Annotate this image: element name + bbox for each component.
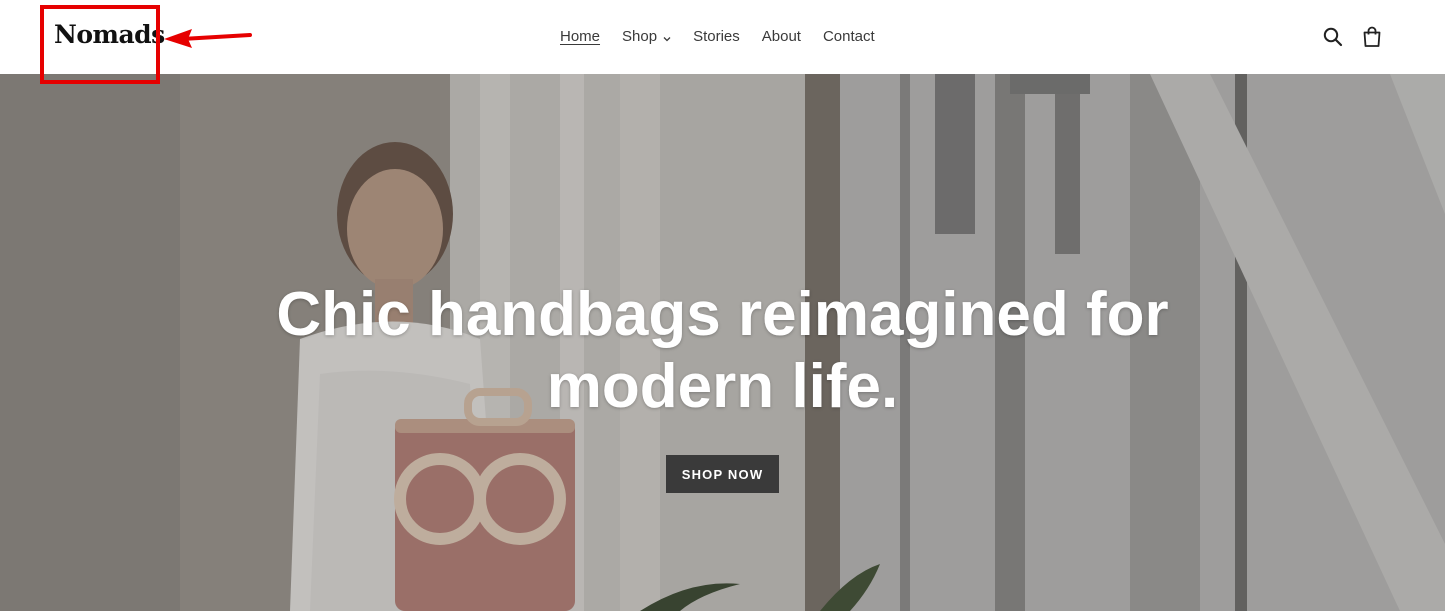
logo[interactable]: Nomads — [54, 20, 165, 49]
nav-contact[interactable]: Contact — [823, 27, 875, 47]
nav-shop-label: Shop — [622, 28, 658, 45]
nav-home[interactable]: Home — [560, 27, 600, 47]
main-nav: Home Shop Stories About Contact — [560, 26, 897, 48]
nav-stories[interactable]: Stories — [693, 27, 740, 47]
shop-now-button[interactable]: SHOP NOW — [666, 455, 779, 493]
chevron-down-icon — [663, 28, 671, 48]
nav-about[interactable]: About — [762, 27, 801, 47]
annotation-arrow-icon — [164, 29, 252, 48]
nav-shop[interactable]: Shop — [622, 27, 671, 48]
hero-title-line2: modern life. — [546, 352, 899, 421]
header-icons — [1305, 26, 1383, 48]
search-icon[interactable] — [1322, 26, 1344, 48]
cart-icon[interactable] — [1361, 26, 1383, 48]
hero-title-line1: Chic handbags reimagined for — [276, 280, 1169, 349]
hero-banner: Chic handbags reimagined for modern life… — [0, 74, 1445, 611]
hero-title: Chic handbags reimagined for modern life… — [0, 279, 1445, 423]
